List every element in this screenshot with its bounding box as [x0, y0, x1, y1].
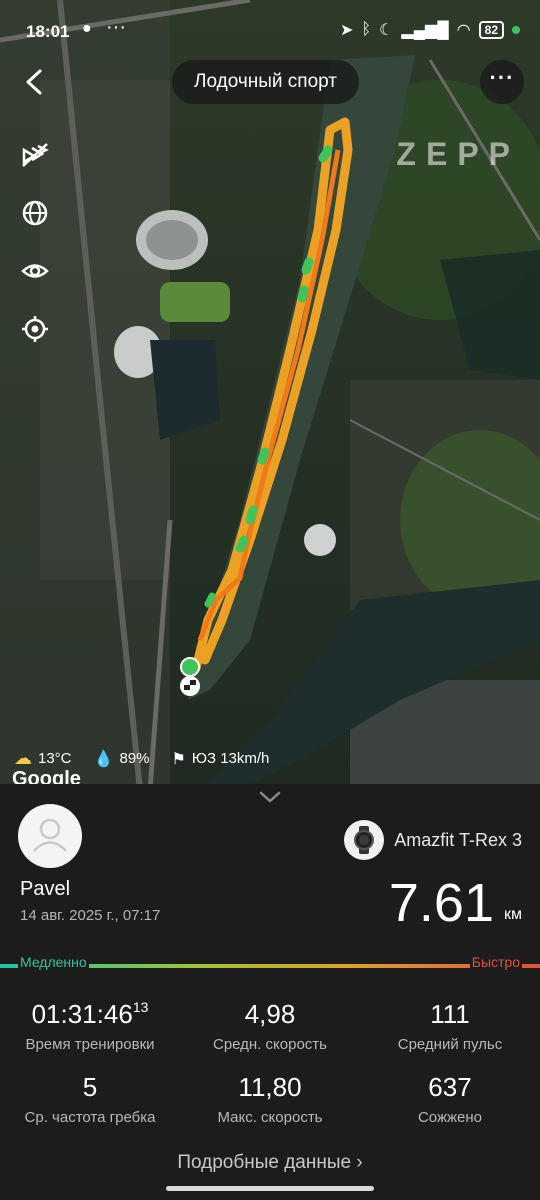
page-title: Лодочный спорт: [172, 60, 360, 104]
stat-max-speed: 11,80 Макс. скорость: [180, 1071, 360, 1126]
pace-slow-label: Медленно: [18, 954, 89, 970]
more-dots-icon: ···: [489, 65, 515, 90]
back-button[interactable]: [14, 62, 54, 102]
more-options-button[interactable]: ···: [480, 60, 524, 104]
stat-avg-heart-rate: 111 Средний пульс: [360, 998, 540, 1053]
stat-calories: 637 Сожжено: [360, 1071, 540, 1126]
layers-icon: [22, 143, 49, 167]
stat-value: 111: [430, 999, 470, 1029]
stat-label: Средн. скорость: [212, 1036, 327, 1053]
globe-toggle-button[interactable]: [20, 198, 50, 228]
collapse-handle[interactable]: [258, 790, 282, 804]
moon-icon: ☾: [379, 22, 394, 39]
bluetooth-icon: ᛒ: [361, 21, 372, 38]
stats-grid: 01:31:4613 Время тренировки 4,98 Средн. …: [0, 998, 540, 1126]
user-placeholder-icon: [33, 818, 67, 852]
workout-summary-panel: Pavel 14 авг. 2025 г., 07:17 Amazfit T-R…: [0, 784, 540, 1200]
watch-icon: [344, 820, 385, 860]
chat-bubble-icon: ●: [82, 20, 92, 37]
stat-value: 5: [82, 1072, 98, 1102]
wifi-icon: ◠: [456, 22, 471, 39]
target-icon: [22, 316, 48, 342]
stat-value: 4,98: [244, 999, 296, 1029]
distance-unit: км: [504, 906, 522, 923]
user-name: Pavel: [20, 878, 71, 900]
weather-info: ☁ 13°C 💧 89% ⚑ ЮЗ 13km/h: [14, 748, 283, 769]
map-toolbar: [20, 140, 50, 372]
eye-icon: [21, 264, 49, 278]
visibility-toggle-button[interactable]: [20, 256, 50, 286]
pace-fast-label: Быстро: [469, 954, 522, 970]
route-track: [180, 117, 353, 696]
chevron-down-icon: [259, 791, 281, 803]
stat-workout-time: 01:31:4613 Время тренировки: [0, 998, 180, 1053]
device-name: Amazfit T-Rex 3: [394, 829, 522, 850]
distance-value: 7.61: [388, 873, 494, 933]
start-marker-icon: [180, 657, 200, 677]
stat-value-sup: 13: [132, 999, 149, 1015]
humidity-drop-icon: 💧: [93, 750, 114, 768]
zepp-logo: ZEPP: [396, 136, 520, 172]
privacy-dot-icon: [512, 26, 520, 34]
stat-avg-speed: 4,98 Средн. скорость: [180, 998, 360, 1053]
wind-value: ЮЗ 13km/h: [191, 750, 270, 767]
workout-datetime: 14 авг. 2025 г., 07:17: [20, 907, 161, 924]
stat-value: 11,80: [238, 1072, 302, 1102]
globe-icon: [22, 200, 48, 226]
stat-label: Ср. частота гребка: [24, 1109, 156, 1126]
status-dots: ···: [106, 16, 126, 38]
stat-label: Время тренировки: [25, 1036, 155, 1053]
humidity-value: 89%: [119, 750, 150, 767]
stat-stroke-rate: 5 Ср. частота гребка: [0, 1071, 180, 1126]
layers-toggle-button[interactable]: [20, 140, 50, 170]
device-info[interactable]: Amazfit T-Rex 3: [344, 820, 522, 860]
chevron-left-icon: [26, 69, 42, 95]
status-time: 18:01: [26, 22, 70, 41]
status-bar: 18:01 ● ··· ➤ ᛒ ☾ ▂▄▆█ ◠ 82: [0, 16, 540, 48]
workout-map[interactable]: 18:01 ● ··· ➤ ᛒ ☾ ▂▄▆█ ◠ 82 Лодочный спо…: [0, 0, 540, 790]
stat-value: 637: [428, 1072, 472, 1102]
stat-label: Макс. скорость: [217, 1109, 323, 1126]
location-arrow-icon: ➤: [340, 22, 354, 39]
battery-indicator: 82: [478, 21, 504, 39]
cellular-signal-icon: ▂▄▆█: [401, 22, 449, 39]
sun-cloud-icon: ☁: [14, 748, 32, 768]
temperature-value: 13°C: [38, 750, 72, 767]
stat-value: 01:31:46: [31, 999, 133, 1029]
stat-label: Сожжено: [417, 1109, 483, 1126]
stat-label: Средний пульс: [397, 1036, 503, 1053]
recenter-button[interactable]: [20, 314, 50, 344]
wind-flag-icon: ⚑: [171, 750, 186, 768]
detailed-data-link[interactable]: Подробные данные ›: [0, 1152, 540, 1174]
avatar[interactable]: [18, 804, 82, 868]
home-indicator[interactable]: [166, 1186, 374, 1191]
